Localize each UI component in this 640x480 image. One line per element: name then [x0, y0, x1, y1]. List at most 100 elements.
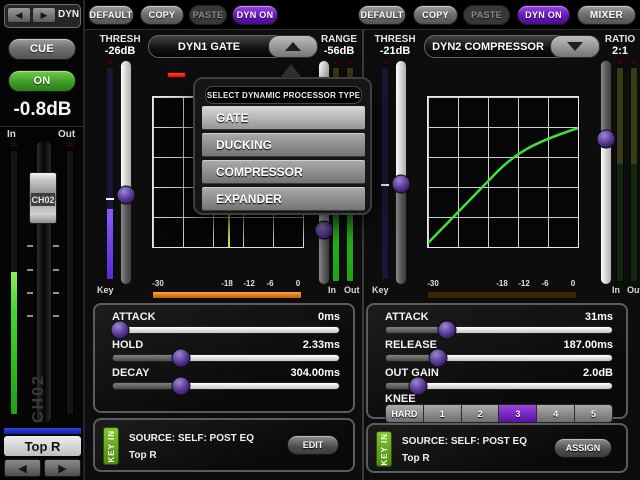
channel-next-button[interactable]: ▶: [44, 459, 81, 477]
popup-option-compressor[interactable]: COMPRESSOR: [202, 160, 365, 184]
dyn2-release-slider-thumb[interactable]: [428, 349, 447, 368]
dyn2-keyin-panel: KEY IN SOURCE: SELF: POST EQ Top R ASSIG…: [366, 423, 628, 473]
dyn1-key-meter: [106, 67, 114, 280]
in-clip-indicator: [10, 142, 18, 147]
right-arrow-icon: ▶: [41, 10, 48, 21]
dyn1-in-clip: [332, 60, 340, 65]
decay-value: 304.00ms: [290, 367, 340, 379]
on-button[interactable]: ON: [8, 70, 76, 92]
dyn1-scale-12: -12: [243, 279, 255, 288]
dyn1-params-panel: ATTACK 0ms HOLD 2.33ms DECAY 304.00ms: [93, 303, 355, 413]
dyn1-in-label: In: [328, 285, 336, 295]
dyn2-keyin-source: SOURCE: SELF: POST EQ: [402, 436, 527, 447]
fader-tick: [27, 269, 33, 271]
dyn2-ratio-readout: RATIO2:1: [598, 34, 640, 57]
dyn2-key-meter: [381, 67, 389, 280]
dyn2-default-button[interactable]: DEFAULT: [358, 5, 406, 25]
dyn1-range-slider-thumb[interactable]: [315, 221, 334, 240]
dyn1-hold-slider[interactable]: [112, 354, 340, 362]
dyn1-out-clip: [346, 60, 354, 65]
dyn2-attack-slider[interactable]: [385, 326, 613, 334]
popup-option-ducking[interactable]: DUCKING: [202, 133, 365, 157]
dyn1-out-label: Out: [344, 285, 360, 295]
dyn1-scale-30: -30: [152, 279, 164, 288]
dyn2-processor-label: DYN2 COMPRESSOR: [425, 36, 551, 57]
dyn1-gr-meter: [152, 291, 302, 299]
dyn1-copy-button[interactable]: COPY: [140, 5, 184, 25]
fader-gain-readout: -0.8dB: [0, 99, 85, 121]
out-gain-value: 2.0dB: [583, 367, 613, 379]
dyn2-in-label: In: [612, 285, 620, 295]
knee-4-button[interactable]: 4: [536, 405, 574, 422]
release-label: RELEASE: [385, 339, 437, 351]
dyn2-attack-slider-thumb[interactable]: [438, 321, 457, 340]
dyn2-copy-button[interactable]: COPY: [413, 5, 458, 25]
dyn1-scale-6: -6: [266, 279, 273, 288]
dyn2-attack-row: ATTACK 31ms: [368, 311, 626, 339]
dyn2-release-slider[interactable]: [385, 354, 613, 362]
dyn1-decay-slider[interactable]: [112, 382, 340, 390]
dyn1-decay-row: DECAY 304.00ms: [95, 367, 353, 395]
fader-tick: [27, 315, 33, 317]
dyn2-thresh-readout: THRESH-21dB: [368, 34, 422, 57]
attack-value: 0ms: [318, 311, 340, 323]
channel-fader[interactable]: CH02: [29, 172, 57, 224]
channel-nav-control: ◀ ▶ DYN: [4, 4, 81, 28]
channel-in-meter: [10, 150, 18, 415]
dyn2-in-clip: [616, 60, 624, 65]
channel-prev-button[interactable]: ◀: [4, 459, 41, 477]
dyn1-attack-slider[interactable]: [112, 326, 340, 334]
dyn2-thresh-slider[interactable]: [395, 60, 407, 285]
dyn2-ratio-slider[interactable]: [600, 60, 612, 285]
dyn2-keyin-assign-button[interactable]: ASSIGN: [554, 438, 612, 458]
dyn1-hold-slider-thumb[interactable]: [171, 349, 190, 368]
knee-hard-button[interactable]: HARD: [386, 405, 423, 422]
nav-next-button[interactable]: ▶: [32, 7, 56, 23]
dyn1-key-label: Key: [97, 285, 114, 295]
cue-button[interactable]: CUE: [8, 38, 76, 60]
dyn2-params-panel: ATTACK 31ms RELEASE 187.00ms OUT GAIN 2.…: [366, 303, 628, 419]
dyn1-thresh-slider[interactable]: [120, 60, 132, 285]
processor-type-popup: SELECT DYNAMIC PROCESSOR TYPE GATE DUCKI…: [193, 77, 372, 215]
dyn2-outgain-slider[interactable]: [385, 382, 613, 390]
dyn2-scale-0: 0: [571, 279, 575, 288]
dyn2-gr-meter: [427, 291, 577, 299]
fader-tick: [53, 315, 59, 317]
dyn1-decay-slider-thumb[interactable]: [171, 377, 190, 396]
popup-option-gate[interactable]: GATE: [202, 106, 365, 130]
dyn2-expand-arrow-button[interactable]: [550, 35, 600, 58]
dynamics-screen: ◀ ▶ DYN CUE ON -0.8dB In Out CH02 CH02 T: [0, 0, 640, 480]
dyn2-out-clip: [630, 60, 638, 65]
fader-tick: [53, 269, 59, 271]
knee-1-button[interactable]: 1: [423, 405, 461, 422]
knee-3-button[interactable]: 3: [498, 405, 536, 422]
dyn2-ratio-slider-thumb[interactable]: [597, 130, 616, 149]
dyn1-paste-button[interactable]: PASTE: [189, 5, 227, 25]
fader-channel-label: CH02: [31, 193, 55, 206]
dyn2-on-button[interactable]: DYN ON: [517, 5, 570, 25]
attack-label: ATTACK: [385, 311, 429, 323]
attack-value: 31ms: [585, 311, 613, 323]
dyn2-thresh-slider-thumb[interactable]: [392, 174, 411, 193]
dyn2-scale-12: -12: [518, 279, 530, 288]
out-clip-indicator: [66, 142, 74, 147]
knee-2-button[interactable]: 2: [461, 405, 499, 422]
dyn1-keyin-source: SOURCE: SELF: POST EQ: [129, 433, 254, 444]
dyn2-processor-dropdown[interactable]: DYN2 COMPRESSOR: [424, 35, 600, 58]
nav-prev-button[interactable]: ◀: [7, 7, 31, 23]
dyn1-processor-dropdown[interactable]: DYN1 GATE: [148, 35, 318, 58]
dyn1-keyin-panel: KEY IN SOURCE: SELF: POST EQ Top R EDIT: [93, 418, 355, 472]
left-arrow-icon: ◀: [18, 462, 26, 475]
popup-option-expander[interactable]: EXPANDER: [202, 187, 365, 211]
dyn1-thresh-slider-thumb[interactable]: [117, 185, 136, 204]
dyn2-paste-button[interactable]: PASTE: [463, 5, 510, 25]
dyn1-attack-slider-thumb[interactable]: [110, 321, 129, 340]
dyn1-on-button[interactable]: DYN ON: [232, 5, 278, 25]
knee-5-button[interactable]: 5: [574, 405, 612, 422]
out-meter-label: Out: [58, 129, 75, 140]
dyn1-collapse-arrow-button[interactable]: [268, 35, 318, 58]
dyn1-default-button[interactable]: DEFAULT: [88, 5, 134, 25]
right-arrow-icon: ▶: [58, 462, 66, 475]
dyn1-keyin-edit-button[interactable]: EDIT: [287, 435, 339, 455]
mixer-button[interactable]: MIXER: [577, 5, 636, 25]
